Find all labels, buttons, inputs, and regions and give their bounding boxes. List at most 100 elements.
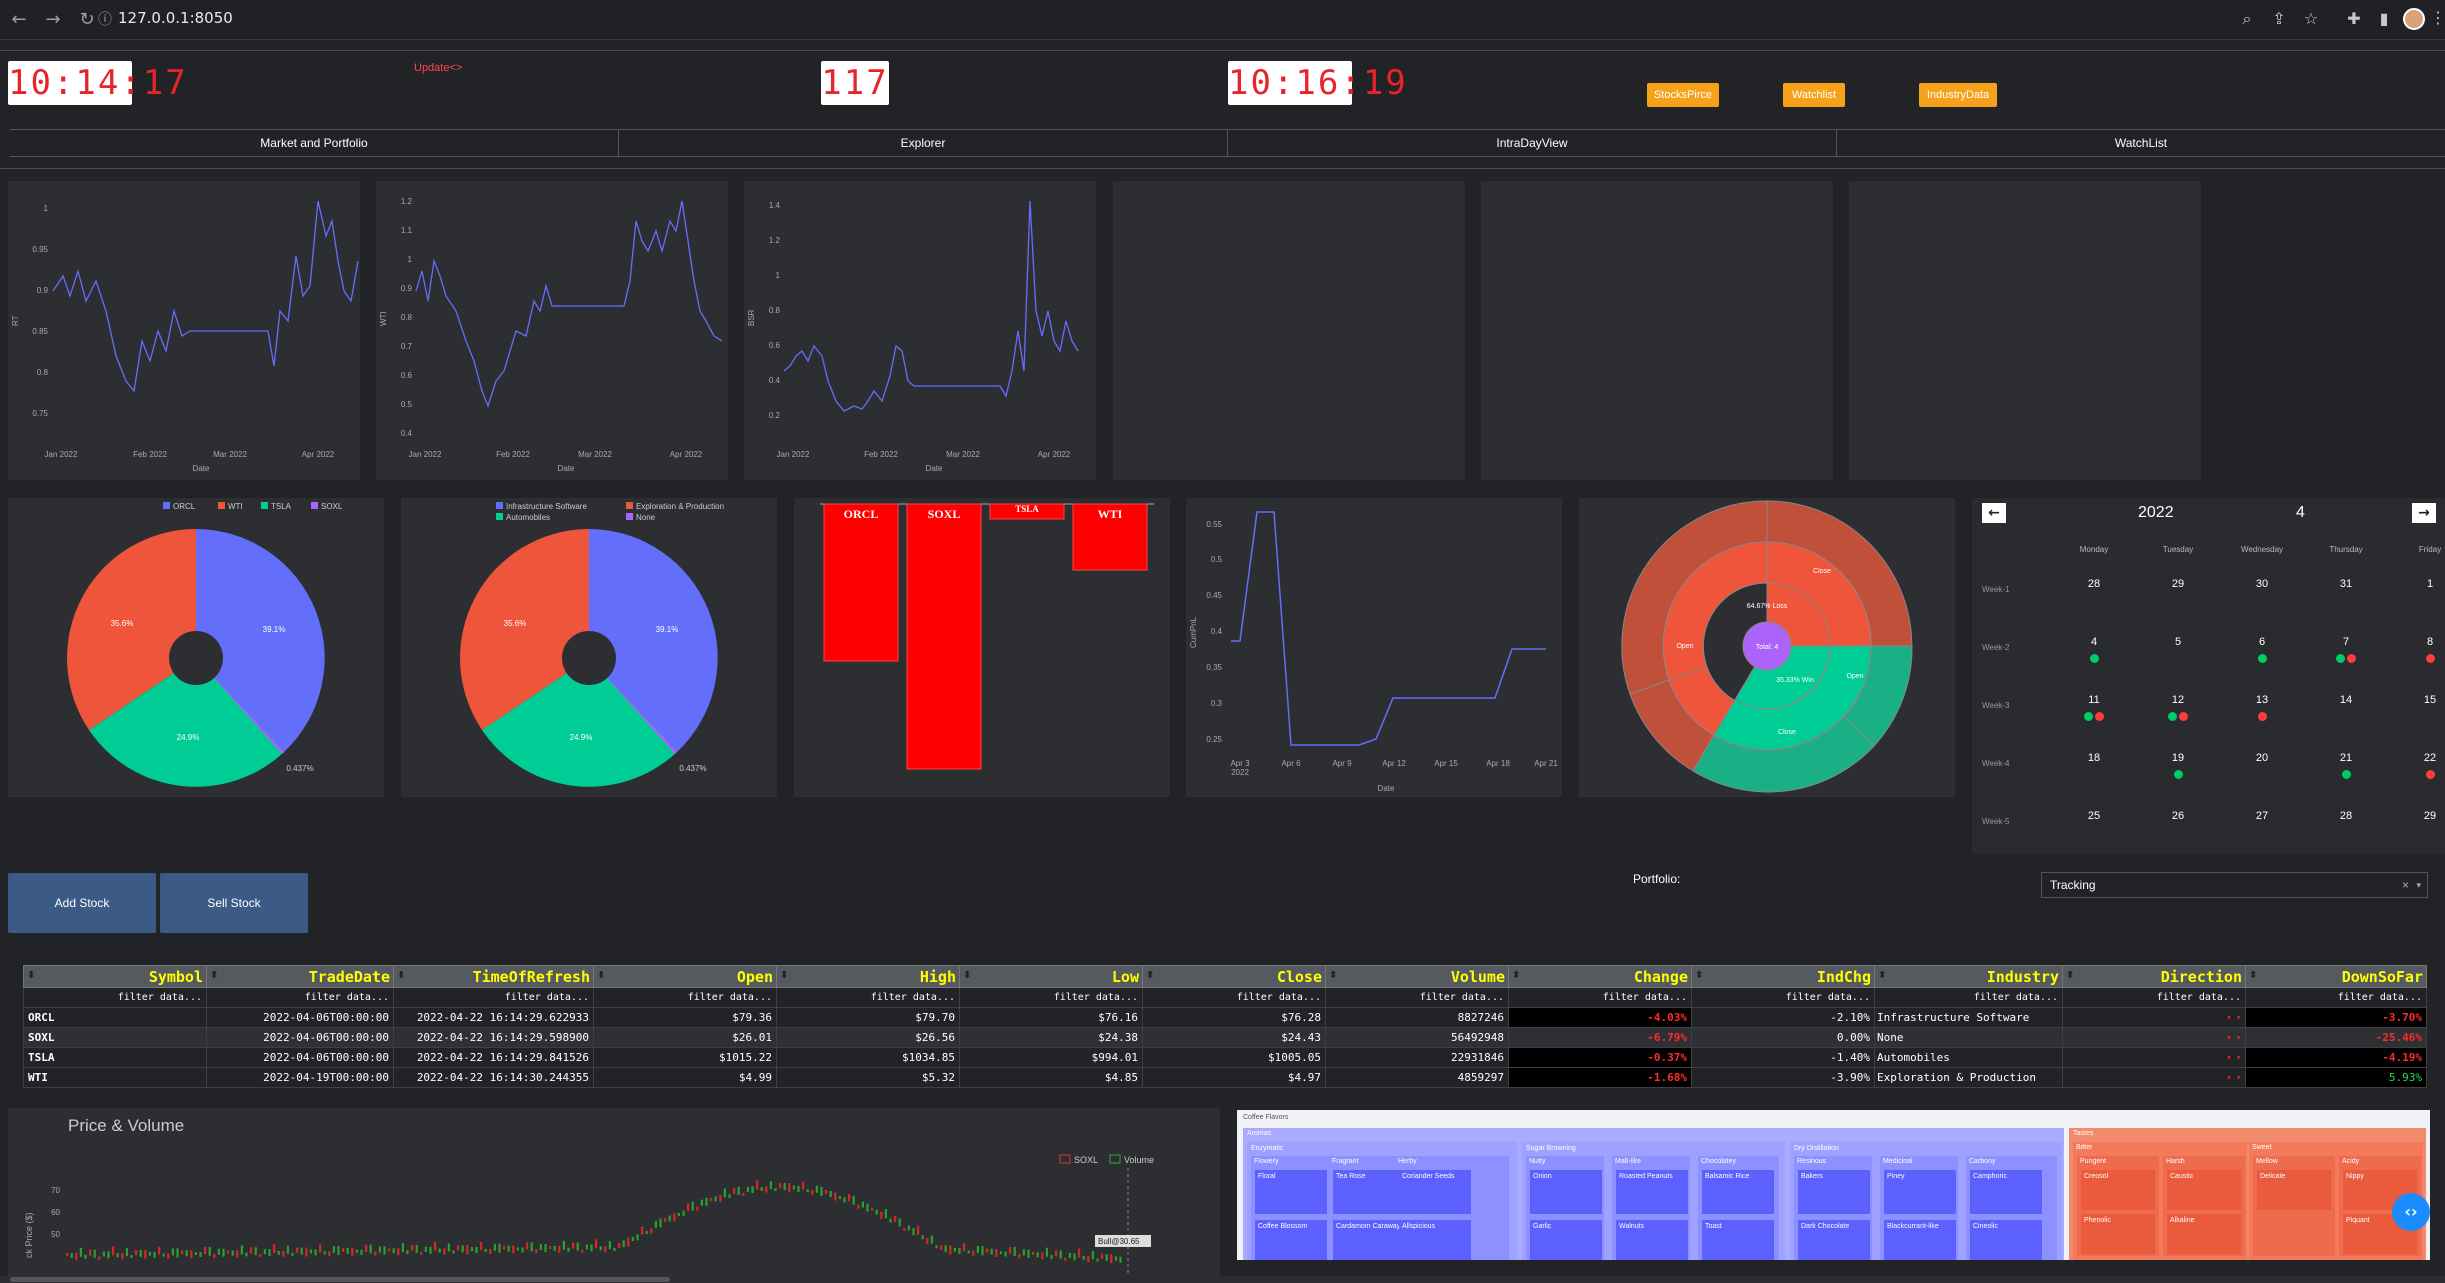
tab-explorer[interactable]: Explorer [618, 130, 1227, 156]
pie-chart-symbols[interactable]: ORCL WTI TSLA SOXL 39.1% 35.6% 24.9% 0.4… [8, 498, 384, 797]
filter-input[interactable]: filter data... [1325, 987, 1509, 1008]
column-header[interactable]: ⬍ High [776, 965, 960, 988]
column-header[interactable]: ⬍ Volume [1325, 965, 1509, 988]
stocks-price-button[interactable]: StocksPirce [1647, 83, 1719, 107]
calendar-day[interactable]: 12 [2148, 694, 2208, 724]
sunburst-chart[interactable]: Total: 4 64.67% Loss 35.33% Win Open Clo… [1579, 498, 1955, 797]
column-header[interactable]: ⬍ Industry [1874, 965, 2063, 988]
industry-data-button[interactable]: IndustryData [1919, 83, 1997, 107]
reload-icon[interactable]: ↻ [76, 9, 98, 31]
extensions-icon[interactable]: ✚ [2342, 9, 2366, 31]
sort-icon[interactable]: ⬍ [1695, 970, 1703, 981]
profile-avatar[interactable] [2403, 8, 2425, 30]
filter-input[interactable]: filter data... [593, 987, 777, 1008]
calendar-day[interactable]: 27 [2232, 810, 2292, 828]
calendar-day[interactable]: 4 [2064, 636, 2124, 666]
scrollbar-thumb[interactable] [10, 1277, 670, 1282]
calendar-day[interactable]: 18 [2064, 752, 2124, 770]
portfolio-dropdown[interactable]: Tracking × ▾ [2041, 872, 2428, 898]
table-row[interactable]: ORCL 2022-04-06T00:00:00 2022-04-22 16:14:… [23, 1007, 2427, 1028]
filter-input[interactable]: filter data... [2245, 987, 2427, 1008]
column-header[interactable]: ⬍ Close [1142, 965, 1326, 988]
filter-input[interactable]: filter data... [1508, 987, 1692, 1008]
sort-icon[interactable]: ⬍ [1146, 970, 1154, 981]
calendar-day[interactable]: 29 [2400, 810, 2445, 828]
menu-icon[interactable]: ⋮ [2430, 8, 2445, 27]
sort-icon[interactable]: ⬍ [1512, 970, 1520, 981]
line-chart-3[interactable]: BSR 1.4 1.2 1 0.8 0.6 0.4 0.2 Jan 2022 F… [744, 181, 1096, 480]
filter-input[interactable]: filter data... [1691, 987, 1875, 1008]
column-header[interactable]: ⬍ Change [1508, 965, 1692, 988]
sort-icon[interactable]: ⬍ [1329, 970, 1337, 981]
sell-stock-button[interactable]: Sell Stock [160, 873, 308, 933]
column-header[interactable]: ⬍ Open [593, 965, 777, 988]
sort-icon[interactable]: ⬍ [2066, 970, 2074, 981]
calendar-day[interactable]: 8 [2400, 636, 2445, 666]
update-link[interactable]: Update<> [414, 62, 462, 74]
price-volume-chart[interactable]: Price & Volume ck Price ($) 70 60 50 SOX… [8, 1108, 1220, 1276]
calendar-day[interactable]: 11 [2064, 694, 2124, 724]
chevron-down-icon[interactable]: ▾ [2416, 873, 2421, 897]
address-bar[interactable]: 127.0.0.1:8050 [118, 9, 233, 27]
line-chart-2[interactable]: WTI 1.2 1.1 1 0.9 0.8 0.7 0.6 0.5 0.4 Ja… [376, 181, 728, 480]
filter-input[interactable]: filter data... [393, 987, 594, 1008]
filter-input[interactable]: filter data... [1874, 987, 2063, 1008]
calendar-day[interactable]: 14 [2316, 694, 2376, 712]
sidepanel-icon[interactable]: ▮ [2372, 9, 2396, 31]
forward-icon[interactable]: → [42, 9, 64, 31]
zoom-icon[interactable]: ⌕ [2235, 9, 2259, 31]
filter-input[interactable]: filter data... [23, 987, 207, 1008]
share-icon[interactable]: ⇪ [2267, 9, 2291, 31]
calendar-day[interactable]: 31 [2316, 578, 2376, 596]
filter-input[interactable]: filter data... [206, 987, 394, 1008]
calendar-day[interactable]: 26 [2148, 810, 2208, 828]
calendar-day[interactable]: 22 [2400, 752, 2445, 782]
calendar-day[interactable]: 20 [2232, 752, 2292, 770]
sort-icon[interactable]: ⬍ [597, 970, 605, 981]
calendar-day[interactable]: 6 [2232, 636, 2292, 666]
add-stock-button[interactable]: Add Stock [8, 873, 156, 933]
calendar-day[interactable]: 28 [2316, 810, 2376, 828]
change-bar-chart[interactable]: ORCL SOXL TSLA WTI [794, 498, 1170, 797]
filter-input[interactable]: filter data... [1142, 987, 1326, 1008]
calendar-day[interactable]: 15 [2400, 694, 2445, 712]
column-header[interactable]: ⬍ DownSoFar [2245, 965, 2427, 988]
tab-watchlist[interactable]: WatchList [1836, 130, 2445, 156]
sort-icon[interactable]: ⬍ [2249, 970, 2257, 981]
column-header[interactable]: ⬍ Low [959, 965, 1143, 988]
sort-icon[interactable]: ⬍ [780, 970, 788, 981]
coffee-treemap[interactable]: Coffee Flavors Aromas Enzymatic Sugar Br… [1237, 1110, 2430, 1260]
prev-month-button[interactable]: ← [1982, 503, 2006, 523]
sort-icon[interactable]: ⬍ [963, 970, 971, 981]
filter-input[interactable]: filter data... [776, 987, 960, 1008]
column-header[interactable]: ⬍ Symbol [23, 965, 207, 988]
info-icon[interactable]: ⓘ [98, 9, 112, 29]
next-month-button[interactable]: → [2412, 503, 2436, 523]
sort-icon[interactable]: ⬍ [210, 970, 218, 981]
filter-input[interactable]: filter data... [959, 987, 1143, 1008]
sort-icon[interactable]: ⬍ [1878, 970, 1886, 981]
calendar-day[interactable]: 7 [2316, 636, 2376, 666]
calendar-day[interactable]: 5 [2148, 636, 2208, 654]
calendar-day[interactable]: 21 [2316, 752, 2376, 782]
tab-market-portfolio[interactable]: Market and Portfolio [10, 130, 618, 156]
calendar-day[interactable]: 25 [2064, 810, 2124, 828]
calendar-day[interactable]: 1 [2400, 578, 2445, 596]
sort-icon[interactable]: ⬍ [397, 970, 405, 981]
cumpnl-chart[interactable]: CumPnL 0.55 0.5 0.45 0.4 0.35 0.3 0.25 A… [1186, 498, 1562, 797]
code-nav-button[interactable]: ‹› [2392, 1193, 2430, 1231]
table-row[interactable]: TSLA 2022-04-06T00:00:00 2022-04-22 16:14:… [23, 1047, 2427, 1068]
column-header[interactable]: ⬍ TimeOfRefresh [393, 965, 594, 988]
column-header[interactable]: ⬍ TradeDate [206, 965, 394, 988]
calendar-day[interactable]: 13 [2232, 694, 2292, 724]
watchlist-button[interactable]: Watchlist [1783, 83, 1845, 107]
table-row[interactable]: SOXL 2022-04-06T00:00:00 2022-04-22 16:14:… [23, 1027, 2427, 1048]
column-header[interactable]: ⬍ Direction [2062, 965, 2246, 988]
star-icon[interactable]: ☆ [2299, 9, 2323, 31]
calendar-day[interactable]: 29 [2148, 578, 2208, 596]
line-chart-1[interactable]: RT 1 0.95 0.9 0.85 0.8 0.75 Jan 2022 Feb… [8, 181, 360, 480]
back-icon[interactable]: ← [8, 9, 30, 31]
filter-input[interactable]: filter data... [2062, 987, 2246, 1008]
table-row[interactable]: WTI 2022-04-19T00:00:00 2022-04-22 16:14:3… [23, 1067, 2427, 1088]
tab-intraday[interactable]: IntraDayView [1227, 130, 1836, 156]
